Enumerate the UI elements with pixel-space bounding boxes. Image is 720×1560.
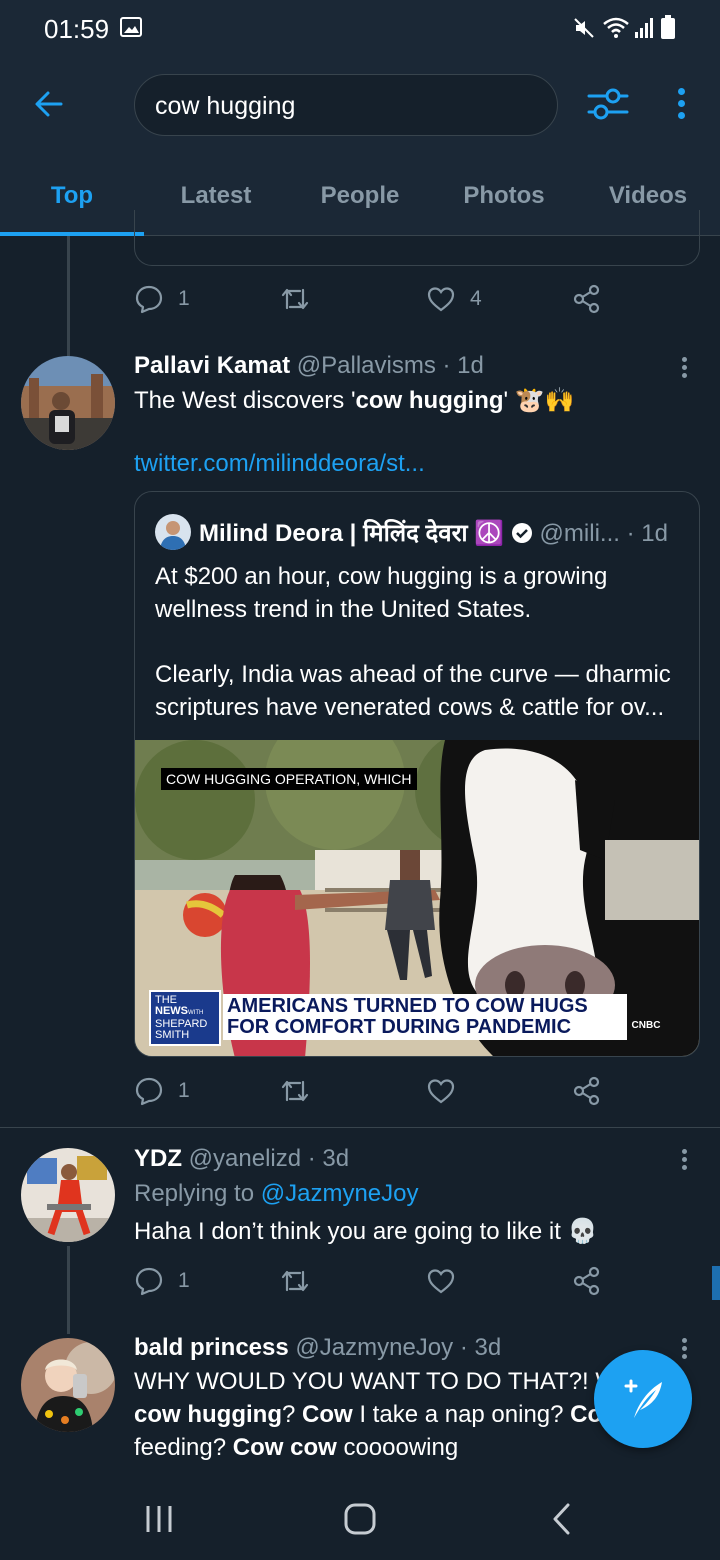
like-button[interactable]: 4	[426, 284, 482, 314]
quoted-tweet-time: · 1d	[626, 520, 668, 547]
overflow-menu-icon[interactable]	[676, 88, 686, 119]
reply-count: 1	[178, 1079, 190, 1102]
replying-to-link[interactable]: @JazmyneJoy	[261, 1180, 419, 1207]
gallery-notification-icon	[120, 17, 142, 37]
reply-button[interactable]: 1	[134, 1266, 190, 1296]
retweet-icon	[281, 1270, 309, 1292]
tweet-menu-icon[interactable]	[680, 1146, 688, 1173]
retweet-button[interactable]	[280, 1076, 310, 1106]
like-count: 4	[470, 287, 482, 310]
verified-badge-icon	[511, 523, 532, 543]
search-input[interactable]: cow hugging	[134, 74, 558, 136]
system-navigation-bar	[0, 1476, 720, 1560]
signal-icon	[635, 18, 653, 38]
status-time: 01:59	[44, 14, 110, 44]
tweet-header: bald princess @JazmyneJoy · 3d	[134, 1334, 501, 1362]
tab-videos[interactable]: Videos	[576, 182, 720, 210]
tweet-divider	[0, 1127, 720, 1128]
reply-icon	[135, 1077, 163, 1106]
quoted-text-paragraph-1: At $200 an hour, cow hugging is a growin…	[155, 563, 608, 623]
share-button[interactable]	[572, 1266, 602, 1296]
quoted-avatar	[155, 514, 191, 550]
share-icon	[573, 284, 600, 314]
compose-tweet-button[interactable]	[594, 1350, 692, 1448]
video-caption: COW HUGGING OPERATION, WHICH	[161, 768, 417, 790]
tweet-text: Haha I don’t think you are going to like…	[134, 1218, 598, 1245]
retweet-icon	[281, 288, 309, 310]
author-name[interactable]: Pallavi Kamat	[134, 352, 290, 379]
quoted-author-name: Milind Deora | मिलिंद देवरा ☮️	[199, 520, 505, 547]
news-program-logo: THE NEWSWITH SHEPARD SMITH	[149, 990, 221, 1046]
search-header: cow hugging Top Latest People Photos Vid…	[0, 56, 720, 236]
tweet-link[interactable]: twitter.com/milinddeora/st...	[134, 450, 425, 478]
author-handle[interactable]: @Pallavisms	[297, 352, 436, 379]
quoted-header: Milind Deora | मिलिंद देवरा ☮️ @mili... …	[199, 516, 668, 549]
thread-line	[67, 236, 70, 356]
tab-photos[interactable]: Photos	[432, 182, 576, 210]
tweet-text: The West discovers 'cow hugging' 🐮🙌	[134, 387, 575, 414]
home-icon[interactable]	[343, 1502, 377, 1536]
heart-icon	[427, 287, 455, 312]
wifi-icon	[603, 17, 629, 38]
tab-top[interactable]: Top	[0, 182, 144, 210]
quoted-video-thumbnail[interactable]: COW HUGGING OPERATION, WHICH THE NEWSWIT…	[135, 740, 699, 1056]
heart-icon	[427, 1269, 455, 1294]
author-handle[interactable]: @JazmyneJoy	[295, 1334, 453, 1361]
retweet-button[interactable]	[280, 1266, 310, 1296]
avatar[interactable]	[21, 1148, 115, 1242]
tweet-menu-icon[interactable]	[680, 1335, 688, 1362]
recent-apps-icon[interactable]	[144, 1504, 174, 1534]
tab-people[interactable]: People	[288, 182, 432, 210]
thread-line	[67, 1246, 70, 1334]
tweet-time: · 1d	[442, 352, 484, 379]
author-name[interactable]: YDZ	[134, 1145, 182, 1172]
search-filter-icon[interactable]	[586, 87, 630, 121]
quoted-text-paragraph-2: Clearly, India was ahead of the curve — …	[155, 661, 671, 721]
reply-icon	[135, 1267, 163, 1296]
search-query: cow hugging	[155, 92, 296, 120]
replying-to: Replying to @JazmyneJoy	[134, 1180, 419, 1207]
share-button[interactable]	[572, 1076, 602, 1106]
retweet-button[interactable]	[280, 284, 310, 314]
author-name[interactable]: bald princess	[134, 1334, 289, 1361]
avatar[interactable]	[21, 356, 115, 450]
battery-icon	[661, 15, 675, 39]
status-bar: 01:59	[0, 0, 720, 56]
reply-button[interactable]: 1	[134, 1076, 190, 1106]
share-icon	[573, 1266, 600, 1296]
tab-latest[interactable]: Latest	[144, 182, 288, 210]
avatar[interactable]	[21, 1338, 115, 1432]
share-icon	[573, 1076, 600, 1106]
tweet-text: WHY WOULD YOU WANT TO DO THAT?! WH cow h…	[134, 1368, 614, 1461]
back-icon[interactable]	[550, 1502, 574, 1536]
share-button[interactable]	[572, 284, 602, 314]
tweet-actions: 1	[134, 1266, 614, 1306]
scrollbar-thumb[interactable]	[712, 1266, 720, 1300]
tweet-actions: 1 4	[134, 284, 614, 324]
tweet-actions: 1	[134, 1076, 614, 1116]
quoted-author-handle: @mili...	[539, 520, 620, 547]
retweet-icon	[281, 1080, 309, 1102]
active-tab-indicator	[0, 232, 144, 236]
compose-feather-icon	[624, 1379, 662, 1418]
reply-icon	[135, 285, 163, 314]
like-button[interactable]	[426, 1266, 456, 1296]
tweet-header: YDZ @yanelizd · 3d	[134, 1145, 349, 1173]
like-button[interactable]	[426, 1076, 456, 1106]
tweet-menu-icon[interactable]	[680, 354, 688, 381]
reply-button[interactable]: 1	[134, 284, 190, 314]
cnbc-logo: CNBC	[631, 1020, 661, 1031]
heart-icon	[427, 1079, 455, 1104]
reply-count: 1	[178, 1269, 190, 1292]
mute-icon	[574, 18, 594, 38]
tweet-time: · 3d	[459, 1334, 502, 1361]
quoted-tweet-card[interactable]: Milind Deora | मिलिंद देवरा ☮️ @mili... …	[134, 491, 700, 1057]
author-handle[interactable]: @yanelizd	[189, 1145, 301, 1172]
tweet-header: Pallavi Kamat @Pallavisms · 1d	[134, 352, 484, 380]
back-arrow-icon[interactable]	[33, 88, 65, 120]
reply-count: 1	[178, 287, 190, 310]
quoted-tweet-card-bottom[interactable]	[134, 210, 700, 266]
news-headline-banner: AMERICANS TURNED TO COW HUGS FOR COMFORT…	[223, 994, 627, 1040]
tweet-time: · 3d	[307, 1145, 350, 1172]
